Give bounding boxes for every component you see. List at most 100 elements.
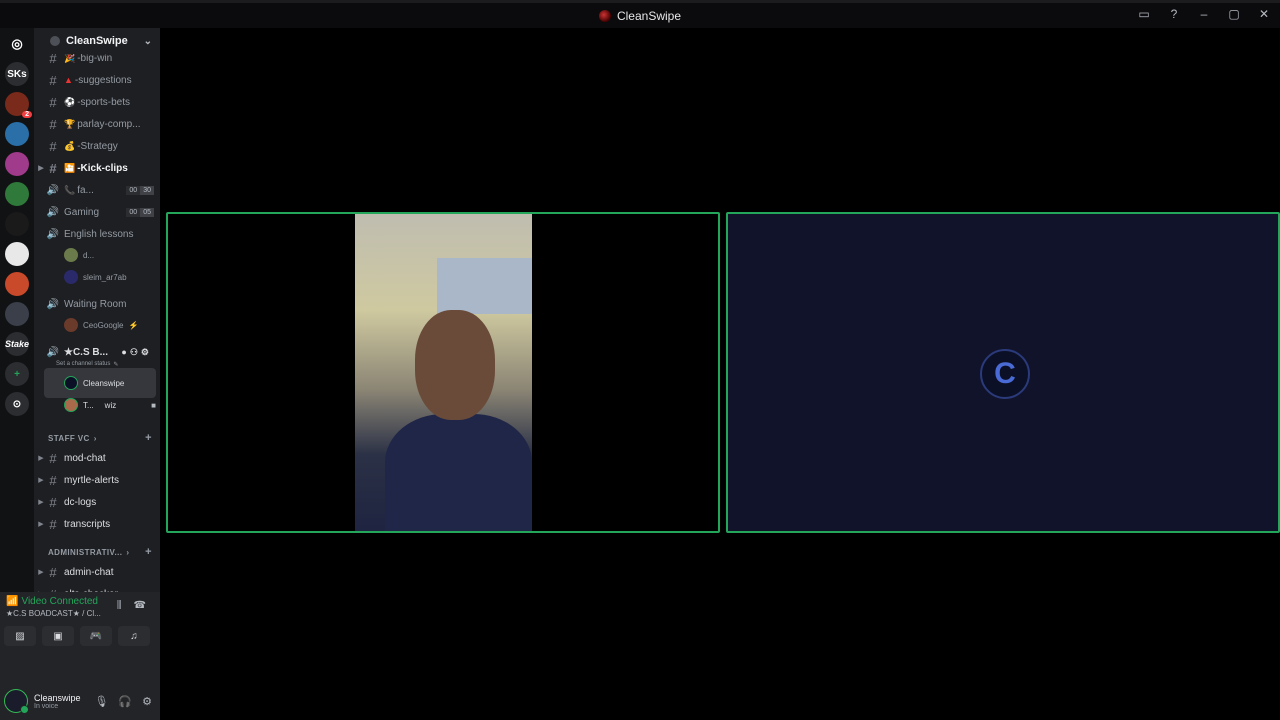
speaker-icon: 🔊	[46, 228, 60, 240]
server-icon[interactable]	[5, 182, 29, 206]
caret-icon: ▶	[38, 455, 44, 462]
channel-list: # 🎉 -big-win # ▲ -suggestions # ⚽ -sports-bets…	[34, 54, 160, 620]
voice-channel-link[interactable]: ★C.S BOADCAST★ / Cl...	[6, 609, 101, 618]
screen-share-icon[interactable]: ▣	[42, 626, 74, 646]
hash-icon: #	[49, 516, 57, 532]
video-tile-cleanswipe[interactable]: C	[726, 212, 1280, 533]
headphones-icon[interactable]: 🎧	[118, 695, 132, 708]
voice-channel-gaming[interactable]: 🔊 Gaming 00 05	[34, 202, 160, 222]
server-icon[interactable]: 2	[5, 92, 32, 118]
add-channel-icon[interactable]: +	[145, 432, 152, 444]
speaker-icon: 🔊	[46, 184, 60, 196]
avatar	[64, 248, 78, 262]
server-icon[interactable]	[5, 212, 29, 236]
minimize-button[interactable]: –	[1196, 7, 1212, 21]
signal-icon: 📶	[6, 596, 19, 607]
category-staff-vc[interactable]: STAFF VC › +	[48, 430, 160, 446]
window-controls: ▭ ? – ▢ ✕	[1136, 7, 1272, 21]
channel-admin-chat[interactable]: ▶ # admin-chat	[34, 562, 160, 582]
noise-suppression-icon[interactable]: ⫼	[117, 600, 122, 611]
background-poster	[437, 258, 532, 314]
inbox-icon[interactable]: ▭	[1136, 7, 1152, 21]
disconnect-icon[interactable]: ☎	[134, 600, 146, 611]
user-status: In voice	[34, 702, 59, 710]
close-button[interactable]: ✕	[1256, 7, 1272, 21]
pencil-icon: ✎	[113, 361, 119, 368]
discord-home-icon[interactable]: ◎	[5, 32, 29, 56]
speaker-icon: 🔊	[46, 298, 60, 310]
server-header[interactable]: CleanSwipe ⌄	[34, 28, 160, 54]
voice-buttons: ▨ ▣ 🎮 ♫	[4, 626, 150, 646]
voice-member[interactable]: T... wiz ■	[64, 396, 156, 414]
channel-mod-chat[interactable]: ▶ # mod-chat	[34, 448, 160, 468]
caret-icon: ▶	[38, 165, 44, 172]
voice-channel-waiting-room[interactable]: 🔊 Waiting Room	[34, 294, 160, 314]
server-icon[interactable]	[5, 152, 29, 176]
server-sks[interactable]: SKs	[5, 62, 29, 86]
server-icon[interactable]	[5, 242, 29, 266]
microphone-icon[interactable]: 🎙	[94, 695, 108, 708]
chevron-right-icon: ›	[126, 547, 130, 557]
hash-icon: #	[49, 116, 57, 132]
help-icon[interactable]: ?	[1166, 7, 1182, 21]
hash-icon: #	[49, 94, 57, 110]
mention-badge: 2	[22, 111, 32, 118]
speaker-icon: 🔊	[46, 346, 60, 358]
channel-big-win[interactable]: # 🎉 -big-win	[34, 54, 160, 68]
channel-sports-bets[interactable]: # ⚽ -sports-bets	[34, 92, 160, 112]
hash-icon: #	[49, 72, 57, 88]
channel-status[interactable]: Set a channel status ✎	[56, 358, 160, 370]
chevron-down-icon: ⌄	[143, 35, 152, 47]
voice-channel-english[interactable]: 🔊 English lessons	[34, 224, 160, 244]
category-administrative[interactable]: ADMINISTRATIV... › +	[48, 544, 160, 560]
settings-gear-icon[interactable]: ⚙	[142, 695, 152, 708]
avatar	[64, 376, 78, 390]
channel-transcripts[interactable]: ▶ # transcripts	[34, 514, 160, 534]
video-tile-participant[interactable]	[166, 212, 720, 533]
voice-status[interactable]: 📶 Video Connected	[6, 596, 98, 607]
add-channel-icon[interactable]: +	[145, 546, 152, 558]
voice-member[interactable]: sleim_ar7ab	[64, 268, 127, 286]
user-limit-pill: 00 30	[126, 185, 154, 195]
hash-icon: #	[49, 450, 57, 466]
hash-icon: #	[49, 160, 57, 176]
discover-icon[interactable]: ⊙	[5, 392, 29, 416]
hash-icon: #	[49, 472, 57, 488]
chevron-right-icon: ›	[93, 433, 97, 443]
channel-myrtle-alerts[interactable]: ▶ # myrtle-alerts	[34, 470, 160, 490]
camera-off-icon[interactable]: ▨	[4, 626, 36, 646]
channel-actions[interactable]: ●⚇⚙	[121, 347, 152, 358]
channel-dc-logs[interactable]: ▶ # dc-logs	[34, 492, 160, 512]
window-title-text: CleanSwipe	[616, 8, 682, 23]
channel-suggestions[interactable]: # ▲ -suggestions	[34, 70, 160, 90]
channel-kick-clips[interactable]: ▶ # 🎦 -Kick-clips	[34, 158, 160, 178]
title-bar: CleanSwipe ▭ ? – ▢ ✕	[0, 0, 1280, 28]
add-server-icon[interactable]: +	[5, 362, 29, 386]
caret-icon: ▶	[38, 521, 44, 528]
streaming-icon: ⚡	[128, 320, 139, 330]
voice-member[interactable]: Cleanswipe	[64, 374, 124, 392]
window-title: CleanSwipe	[598, 8, 682, 23]
channel-strategy[interactable]: # 💰 -Strategy	[34, 136, 160, 156]
server-icon[interactable]	[5, 272, 29, 296]
server-icon[interactable]	[5, 122, 29, 146]
participant-body	[385, 414, 532, 531]
avatar	[64, 270, 78, 284]
server-icon[interactable]	[5, 302, 29, 326]
maximize-button[interactable]: ▢	[1226, 7, 1242, 21]
voice-connection-panel: 📶 Video Connected ★C.S BOADCAST★ / Cl... …	[0, 592, 160, 682]
avatar[interactable]	[4, 689, 29, 714]
user-info[interactable]: Cleanswipe In voice	[34, 693, 81, 710]
speaker-icon: 🔊	[46, 206, 60, 218]
server-stake[interactable]: Stake	[5, 332, 29, 356]
voice-actions: ⫼ ☎	[117, 600, 146, 611]
user-panel: Cleanswipe In voice 🎙 🎧 ⚙	[0, 682, 160, 720]
voice-channel-fa[interactable]: 🔊 📞 fa... 00 30	[34, 180, 160, 200]
caret-icon: ▶	[38, 569, 44, 576]
voice-member[interactable]: CeoGoogle ⚡	[64, 316, 138, 334]
activity-icon[interactable]: 🎮	[80, 626, 112, 646]
soundboard-icon[interactable]: ♫	[118, 626, 150, 646]
voice-member[interactable]: d...	[64, 246, 94, 264]
channel-parlay[interactable]: # 🏆 parlay-comp...	[34, 114, 160, 134]
cleanswipe-logo-icon: C	[980, 349, 1030, 399]
